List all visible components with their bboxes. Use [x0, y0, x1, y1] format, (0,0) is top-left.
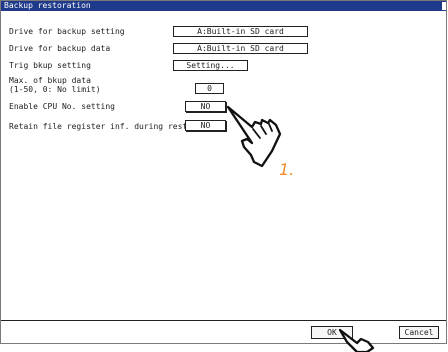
- label-trig-bkup-setting: Trig bkup setting: [9, 61, 91, 70]
- enable-cpu-no-setting-select[interactable]: NO: [185, 101, 226, 112]
- backup-restoration-dialog: Backup restoration Drive for backup sett…: [0, 0, 447, 344]
- label-max-bkup-data: Max. of bkup data (1-50, 0: No limit): [9, 76, 101, 94]
- label-retain-file-register: Retain file register inf. during restor: [9, 122, 197, 131]
- pointing-hand-icon: [338, 328, 375, 352]
- retain-file-register-select[interactable]: NO: [185, 120, 226, 131]
- cancel-button[interactable]: Cancel: [399, 326, 439, 339]
- title-bar: Backup restoration: [1, 1, 446, 11]
- bottom-separator: [1, 320, 446, 321]
- window-title: Backup restoration: [4, 1, 91, 10]
- label-drive-backup-data: Drive for backup data: [9, 44, 111, 53]
- label-enable-cpu-no-setting: Enable CPU No. setting: [9, 102, 115, 111]
- trig-bkup-setting-button[interactable]: Setting...: [173, 60, 248, 71]
- label-drive-backup-setting: Drive for backup setting: [9, 27, 125, 36]
- max-bkup-data-input[interactable]: 0: [195, 83, 224, 94]
- drive-backup-setting-select[interactable]: A:Built-in SD card: [173, 26, 308, 37]
- title-bar-marker: [442, 2, 446, 10]
- drive-backup-data-select[interactable]: A:Built-in SD card: [173, 43, 308, 54]
- step-annotation: 1.: [279, 160, 295, 179]
